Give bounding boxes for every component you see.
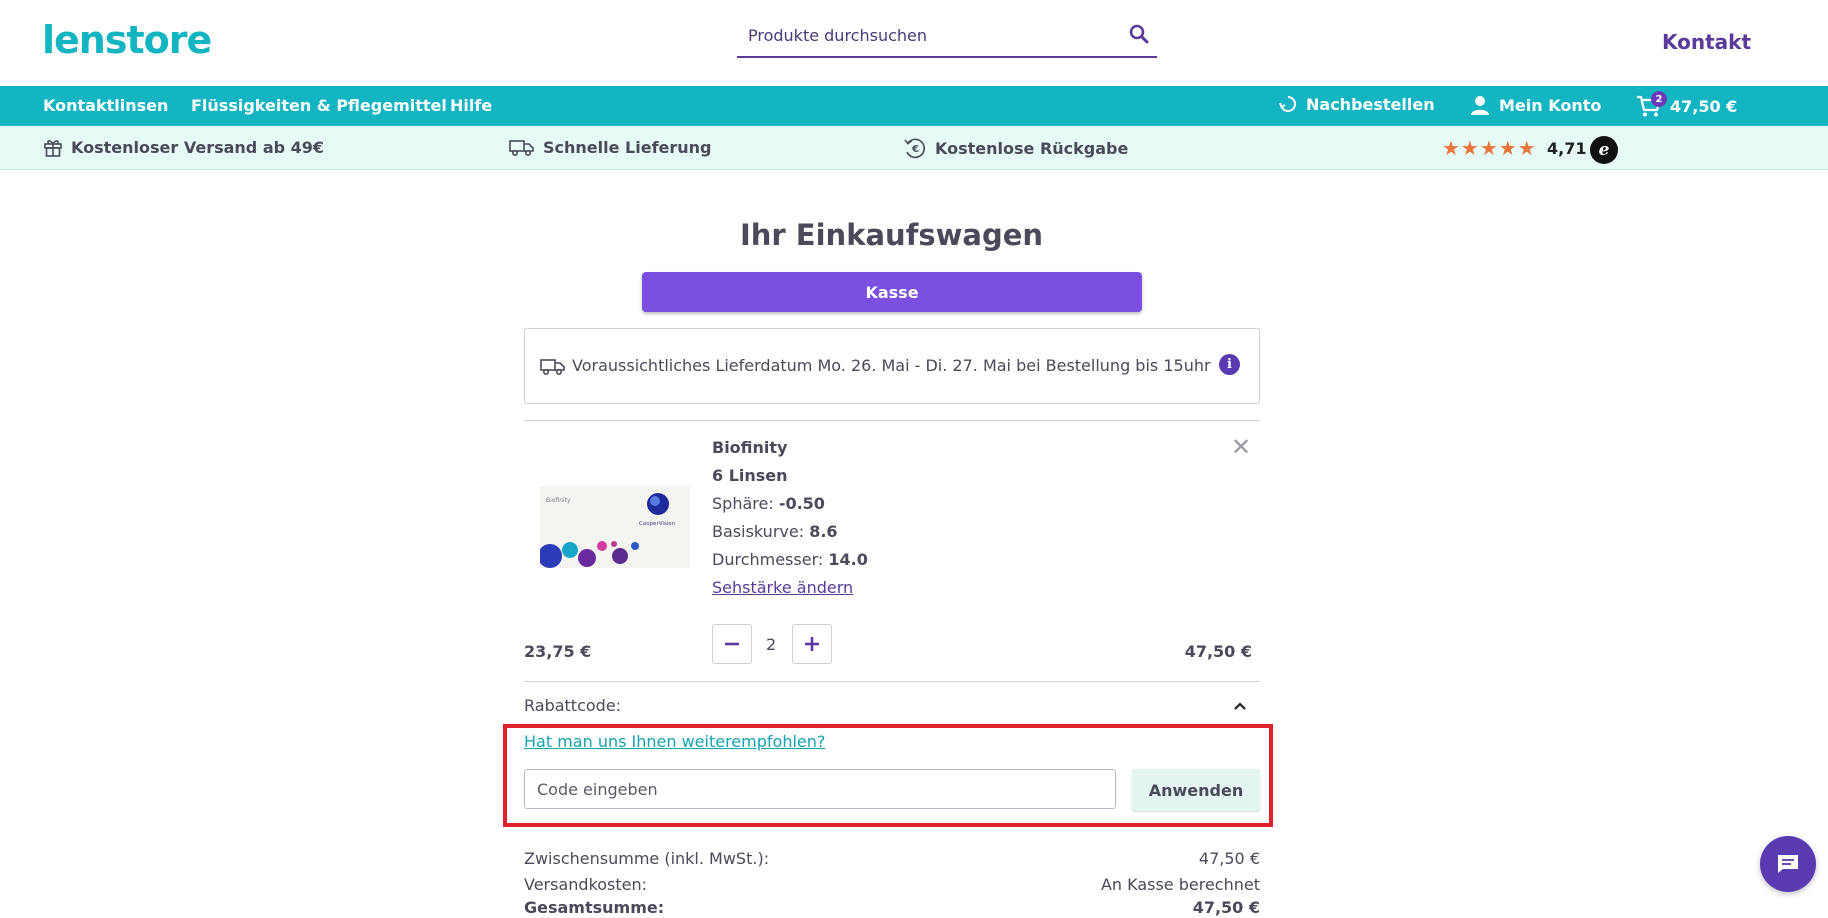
chat-icon bbox=[1778, 855, 1798, 873]
reorder-label: Nachbestellen bbox=[1306, 94, 1435, 114]
referral-link[interactable]: Hat man uns Ihnen weiterempfohlen? bbox=[524, 732, 825, 751]
total-label: Gesamtsumme: bbox=[524, 898, 665, 917]
usp-free-shipping: Kostenloser Versand ab 49€ bbox=[43, 137, 324, 157]
search-input[interactable] bbox=[737, 14, 1117, 56]
chat-button[interactable] bbox=[1760, 836, 1816, 892]
product-image[interactable]: Biofinity CooperVision bbox=[540, 486, 690, 568]
site-header: lenstore Kontakt bbox=[0, 0, 1828, 86]
diameter-label: Durchmesser: bbox=[712, 550, 824, 569]
usp-bar: Kostenloser Versand ab 49€ Schnelle Lief… bbox=[0, 126, 1828, 170]
gift-icon bbox=[44, 140, 62, 157]
usp-fast-delivery-text: Schnelle Lieferung bbox=[543, 137, 712, 157]
sphere-row: Sphäre: -0.50 bbox=[712, 494, 825, 513]
account-label: Mein Konto bbox=[1499, 95, 1602, 115]
diameter-row: Durchmesser: 14.0 bbox=[712, 550, 868, 569]
diameter-value: 14.0 bbox=[828, 550, 868, 569]
apply-code-button[interactable]: Anwenden bbox=[1132, 769, 1260, 811]
quantity-value: 2 bbox=[766, 635, 777, 654]
main-nav: Kontaktlinsen Flüssigkeiten & Pflegemitt… bbox=[0, 86, 1828, 126]
search-bar bbox=[737, 14, 1157, 58]
product-name: Biofinity bbox=[712, 438, 788, 457]
base-curve-row: Basiskurve: 8.6 bbox=[712, 522, 838, 541]
divider bbox=[524, 681, 1260, 682]
subtotal-value: 47,50 € bbox=[1198, 849, 1260, 868]
shipping-value: An Kasse berechnet bbox=[1100, 875, 1260, 894]
sphere-value: -0.50 bbox=[778, 494, 825, 513]
change-prescription-link[interactable]: Sehstärke ändern bbox=[712, 578, 853, 597]
lenstore-logo[interactable]: lenstore bbox=[42, 18, 212, 62]
delivery-estimate: Voraussichtliches Lieferdatum Mo. 26. Ma… bbox=[524, 328, 1260, 404]
unit-price: 23,75 € bbox=[524, 642, 592, 661]
minus-icon bbox=[725, 642, 739, 646]
usp-fast-delivery: Schnelle Lieferung bbox=[509, 137, 712, 157]
rating-value: 4,71 bbox=[1547, 139, 1587, 158]
search-icon[interactable] bbox=[1127, 22, 1151, 46]
product-image-maker: CooperVision bbox=[639, 521, 676, 527]
shipping-label: Versandkosten: bbox=[524, 875, 648, 894]
delivery-text: Voraussichtliches Lieferdatum Mo. 26. Ma… bbox=[572, 356, 1211, 375]
divider bbox=[524, 420, 1260, 421]
discount-label[interactable]: Rabattcode: bbox=[524, 696, 621, 715]
chevron-up-icon[interactable] bbox=[1232, 698, 1248, 714]
svg-text:€: € bbox=[911, 144, 919, 155]
product-pack: 6 Linsen bbox=[712, 466, 788, 485]
usp-free-returns-text: Kostenlose Rückgabe bbox=[935, 138, 1129, 158]
base-curve-label: Basiskurve: bbox=[712, 522, 805, 541]
product-image-brand: Biofinity bbox=[546, 497, 571, 504]
user-icon bbox=[1471, 96, 1489, 115]
account-link[interactable]: Mein Konto bbox=[1469, 94, 1601, 116]
page-title: Ihr Einkaufswagen bbox=[739, 218, 1044, 252]
euro-return-icon: € bbox=[904, 138, 926, 159]
delivery-truck-icon bbox=[540, 359, 565, 376]
nav-item-solutions[interactable]: Flüssigkeiten & Pflegemittel bbox=[191, 96, 447, 115]
trusted-shops-badge[interactable]: e bbox=[1590, 136, 1618, 164]
base-curve-value: 8.6 bbox=[809, 522, 838, 541]
sphere-label: Sphäre: bbox=[712, 494, 774, 513]
discount-code-input[interactable] bbox=[524, 769, 1116, 809]
checkout-button[interactable]: Kasse bbox=[642, 272, 1142, 312]
usp-free-returns: € Kostenlose Rückgabe bbox=[903, 137, 1128, 159]
truck-icon bbox=[509, 140, 534, 157]
line-total: 47,50 € bbox=[1184, 642, 1252, 661]
quantity-increase-button[interactable] bbox=[792, 624, 832, 664]
cart-count-badge: 2 bbox=[1651, 91, 1667, 107]
plus-icon bbox=[805, 637, 819, 651]
usp-free-shipping-text: Kostenloser Versand ab 49€ bbox=[71, 137, 325, 157]
reorder-icon bbox=[1279, 95, 1297, 112]
info-icon[interactable]: i bbox=[1219, 354, 1240, 375]
quantity-decrease-button[interactable] bbox=[712, 624, 752, 664]
rating-stars: ★★★★★ bbox=[1442, 136, 1537, 160]
nav-item-help[interactable]: Hilfe bbox=[450, 96, 492, 115]
reorder-link[interactable]: Nachbestellen bbox=[1278, 94, 1435, 114]
subtotal-label: Zwischensumme (inkl. MwSt.): bbox=[524, 849, 770, 868]
remove-item-button[interactable]: ✕ bbox=[1230, 435, 1252, 459]
nav-item-contact-lenses[interactable]: Kontaktlinsen bbox=[43, 96, 168, 115]
contact-link[interactable]: Kontakt bbox=[1662, 30, 1751, 54]
total-value: 47,50 € bbox=[1192, 898, 1260, 917]
cart-total: 47,50 € bbox=[1670, 96, 1738, 116]
